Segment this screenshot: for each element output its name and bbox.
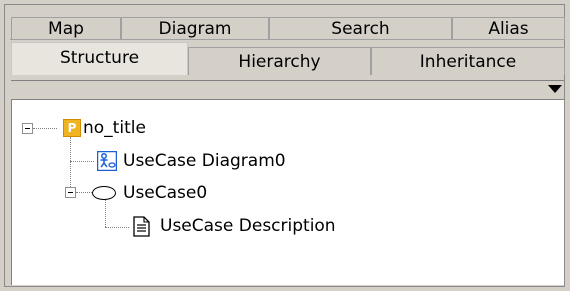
tab-diagram[interactable]: Diagram xyxy=(121,17,269,39)
usecase-diagram-icon xyxy=(97,151,117,171)
tree-connector xyxy=(105,227,129,228)
tree-connector xyxy=(33,128,57,129)
tab-search[interactable]: Search xyxy=(269,17,452,39)
tree-connector xyxy=(70,161,94,162)
tab-structure[interactable]: Structure xyxy=(11,42,188,75)
tab-structure-label: Structure xyxy=(59,48,140,68)
tab-hierarchy-label: Hierarchy xyxy=(238,52,321,72)
tab-alias[interactable]: Alias xyxy=(452,17,565,39)
tab-search-label: Search xyxy=(331,19,390,39)
tab-hierarchy[interactable]: Hierarchy xyxy=(188,47,371,75)
tab-map-label: Map xyxy=(48,19,84,39)
tree-node-description[interactable]: UseCase Description xyxy=(160,216,336,236)
tab-diagram-label: Diagram xyxy=(158,19,232,39)
collapse-usecase-icon[interactable] xyxy=(65,187,76,198)
collapse-root-icon[interactable] xyxy=(22,123,33,134)
tab-alias-label: Alias xyxy=(488,19,529,39)
dropdown-arrow-icon[interactable] xyxy=(548,85,562,93)
tab-map[interactable]: Map xyxy=(11,17,121,39)
tree-connector xyxy=(105,200,106,227)
package-icon: P xyxy=(63,119,81,137)
tree-node-usecase[interactable]: UseCase0 xyxy=(123,183,207,203)
usecase-oval-icon xyxy=(92,186,116,200)
structure-tree[interactable]: P no_title UseCase Diagram0 UseCase0 Use… xyxy=(11,99,564,285)
tree-node-diagram[interactable]: UseCase Diagram0 xyxy=(123,151,286,171)
tab-inheritance-label: Inheritance xyxy=(419,52,517,72)
tree-node-root[interactable]: no_title xyxy=(83,118,146,138)
tab-inheritance[interactable]: Inheritance xyxy=(371,47,565,75)
tree-connector xyxy=(70,137,71,191)
tab-row-divider xyxy=(10,39,565,40)
tree-toolbar xyxy=(11,80,564,99)
document-icon xyxy=(133,216,150,237)
